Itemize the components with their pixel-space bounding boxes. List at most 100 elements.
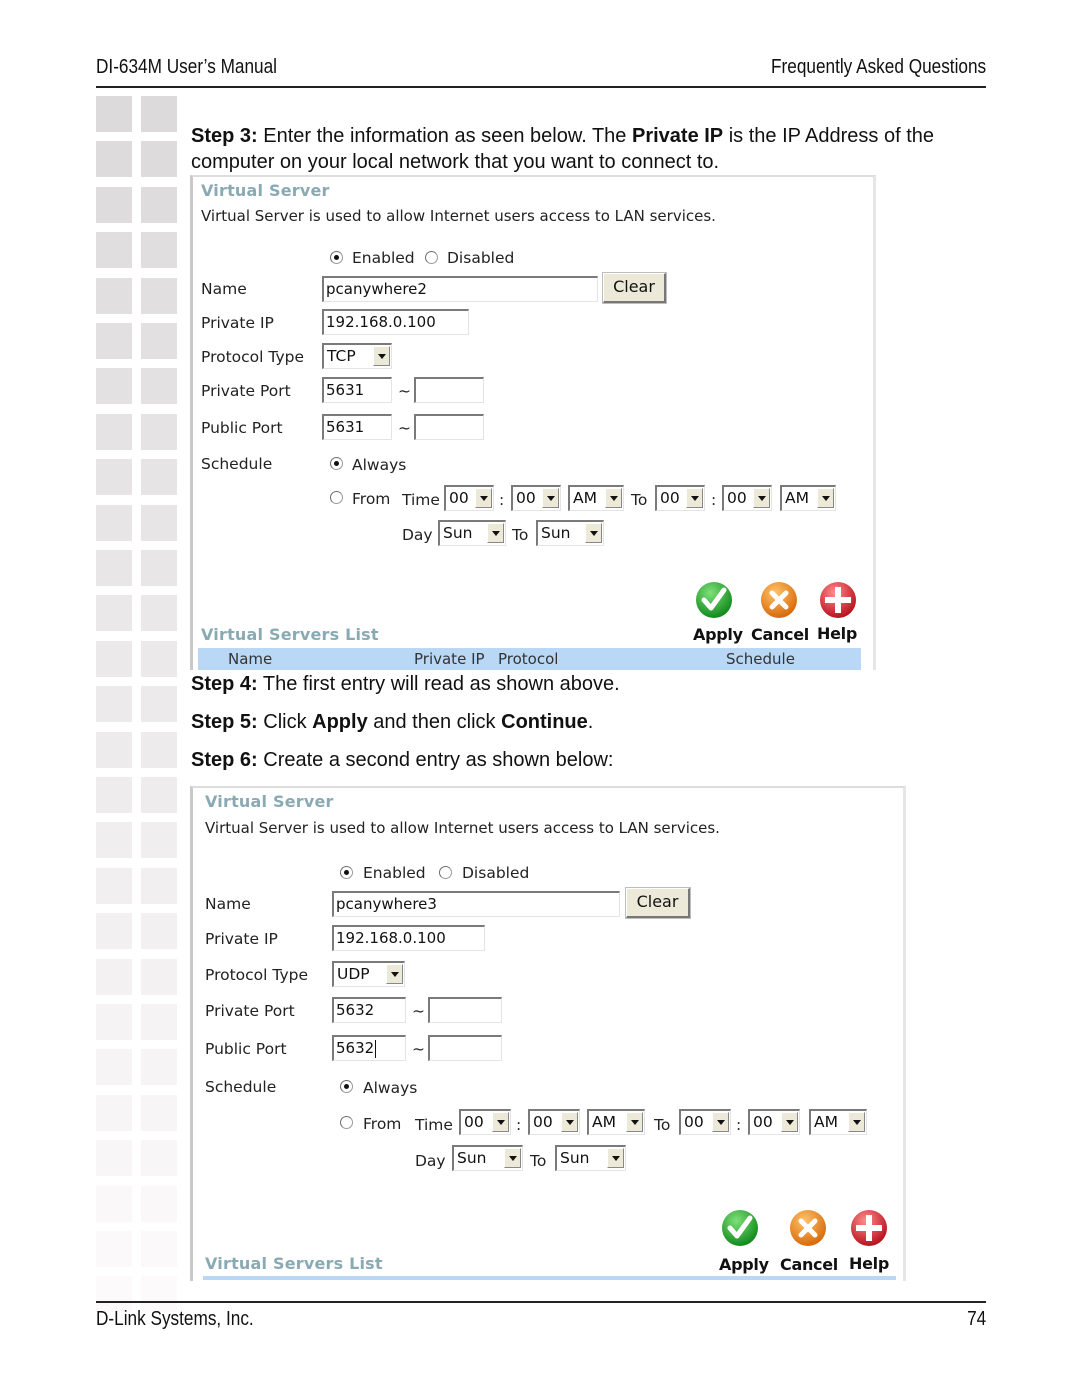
decorative-square — [141, 277, 177, 314]
dropdown-arrow-icon[interactable] — [561, 1112, 578, 1132]
day-to-label: To — [512, 526, 529, 544]
dropdown-arrow-icon[interactable] — [753, 488, 770, 508]
dropdown-arrow-icon[interactable] — [487, 523, 504, 543]
dropdown-arrow-icon[interactable] — [848, 1112, 865, 1132]
private-ip-input[interactable]: 192.168.0.100 — [332, 925, 485, 951]
time-to-label: To — [631, 491, 648, 509]
help-button[interactable] — [850, 1209, 888, 1247]
dropdown-arrow-icon[interactable] — [781, 1112, 798, 1132]
clear-button[interactable]: Clear — [625, 887, 691, 919]
dropdown-arrow-icon[interactable] — [492, 1112, 509, 1132]
to-minute-select[interactable]: 00 — [722, 485, 772, 511]
schedule-label: Schedule — [205, 1078, 277, 1096]
panel-title: Virtual Server — [201, 181, 330, 200]
name-input[interactable]: pcanywhere3 — [332, 891, 620, 917]
from-minute-select[interactable]: 00 — [528, 1109, 580, 1135]
company-name: D-Link Systems, Inc. — [96, 1308, 254, 1330]
disabled-radio[interactable] — [425, 251, 438, 264]
schedule-label: Schedule — [201, 455, 273, 473]
dropdown-arrow-icon[interactable] — [712, 1112, 729, 1132]
to-hour-select[interactable]: 00 — [679, 1109, 731, 1135]
enabled-radio[interactable] — [340, 866, 353, 879]
protocol-type-label: Protocol Type — [205, 966, 308, 984]
step-5-label: Step 5: — [191, 711, 258, 733]
dropdown-arrow-icon[interactable] — [475, 488, 492, 508]
decorative-square — [141, 323, 177, 359]
dropdown-arrow-icon[interactable] — [607, 1148, 624, 1168]
dropdown-arrow-icon[interactable] — [817, 488, 834, 508]
cancel-button[interactable] — [760, 581, 798, 619]
from-hour-select[interactable]: 00 — [444, 485, 494, 511]
apply-button[interactable] — [721, 1209, 759, 1247]
name-label: Name — [205, 895, 251, 913]
help-label[interactable]: Help — [817, 624, 857, 643]
range-tilde: ~ — [412, 1040, 425, 1058]
apply-label[interactable]: Apply — [693, 625, 743, 644]
dropdown-arrow-icon[interactable] — [373, 346, 390, 366]
always-radio[interactable] — [340, 1080, 353, 1093]
day-from-select[interactable]: Sun — [452, 1145, 523, 1171]
column-name: Name — [228, 650, 273, 668]
range-tilde: ~ — [398, 382, 411, 400]
from-radio[interactable] — [340, 1116, 353, 1129]
decorative-square — [96, 413, 132, 450]
public-port-label: Public Port — [205, 1040, 287, 1058]
public-port-start-input[interactable]: 5632 — [332, 1035, 406, 1061]
public-port-end-input[interactable] — [414, 414, 484, 440]
cancel-button[interactable] — [789, 1209, 827, 1247]
apply-label[interactable]: Apply — [719, 1255, 769, 1274]
private-port-end-input[interactable] — [428, 997, 502, 1023]
from-hour-select[interactable]: 00 — [459, 1109, 511, 1135]
decorative-square — [141, 459, 177, 496]
day-to-select[interactable]: Sun — [536, 520, 604, 546]
decorative-square — [96, 1185, 132, 1222]
from-minute-select[interactable]: 00 — [511, 485, 561, 511]
from-ampm-select[interactable]: AM — [568, 485, 624, 511]
from-radio[interactable] — [330, 491, 343, 504]
to-minute-select[interactable]: 00 — [748, 1109, 800, 1135]
panel-title: Virtual Server — [205, 792, 334, 811]
help-button[interactable] — [819, 581, 857, 619]
help-label[interactable]: Help — [849, 1254, 889, 1273]
protocol-type-select[interactable]: UDP — [332, 961, 405, 987]
decorative-square — [141, 550, 177, 586]
step-6-paragraph: Step 6: Create a second entry as shown b… — [191, 747, 613, 773]
public-port-start-input[interactable]: 5631 — [322, 414, 392, 440]
public-port-end-input[interactable] — [428, 1035, 502, 1061]
always-radio[interactable] — [330, 457, 343, 470]
disabled-radio[interactable] — [439, 866, 452, 879]
footer-rule — [96, 1301, 986, 1303]
dropdown-arrow-icon[interactable] — [504, 1148, 521, 1168]
dropdown-arrow-icon[interactable] — [386, 964, 403, 984]
decorative-square — [96, 1004, 132, 1040]
step-4-text: The first entry will read as shown above… — [257, 673, 620, 695]
protocol-type-select[interactable]: TCP — [322, 343, 392, 369]
dropdown-arrow-icon[interactable] — [542, 488, 559, 508]
dropdown-arrow-icon[interactable] — [686, 488, 703, 508]
name-input[interactable]: pcanywhere2 — [322, 276, 598, 302]
private-port-end-input[interactable] — [414, 377, 484, 403]
private-port-start-input[interactable]: 5631 — [322, 377, 392, 403]
decorative-square — [96, 867, 132, 904]
step-3-paragraph: Step 3: Enter the information as seen be… — [191, 123, 991, 175]
dropdown-arrow-icon[interactable] — [605, 488, 622, 508]
from-ampm-select[interactable]: AM — [587, 1109, 645, 1135]
decorative-square — [96, 1140, 132, 1177]
decorative-square — [141, 368, 177, 405]
clear-button[interactable]: Clear — [602, 272, 667, 304]
header-rule — [96, 86, 986, 88]
enabled-radio[interactable] — [330, 251, 343, 264]
cancel-label[interactable]: Cancel — [751, 625, 809, 644]
to-ampm-select[interactable]: AM — [809, 1109, 867, 1135]
day-from-select[interactable]: Sun — [438, 520, 506, 546]
private-ip-input[interactable]: 192.168.0.100 — [322, 309, 469, 335]
dropdown-arrow-icon[interactable] — [626, 1112, 643, 1132]
dropdown-arrow-icon[interactable] — [585, 523, 602, 543]
cancel-label[interactable]: Cancel — [780, 1255, 838, 1274]
to-ampm-select[interactable]: AM — [780, 485, 836, 511]
private-port-start-input[interactable]: 5632 — [332, 997, 406, 1023]
day-to-select[interactable]: Sun — [555, 1145, 626, 1171]
to-hour-select[interactable]: 00 — [655, 485, 705, 511]
step-3-label: Step 3: — [191, 125, 258, 147]
apply-button[interactable] — [695, 581, 733, 619]
